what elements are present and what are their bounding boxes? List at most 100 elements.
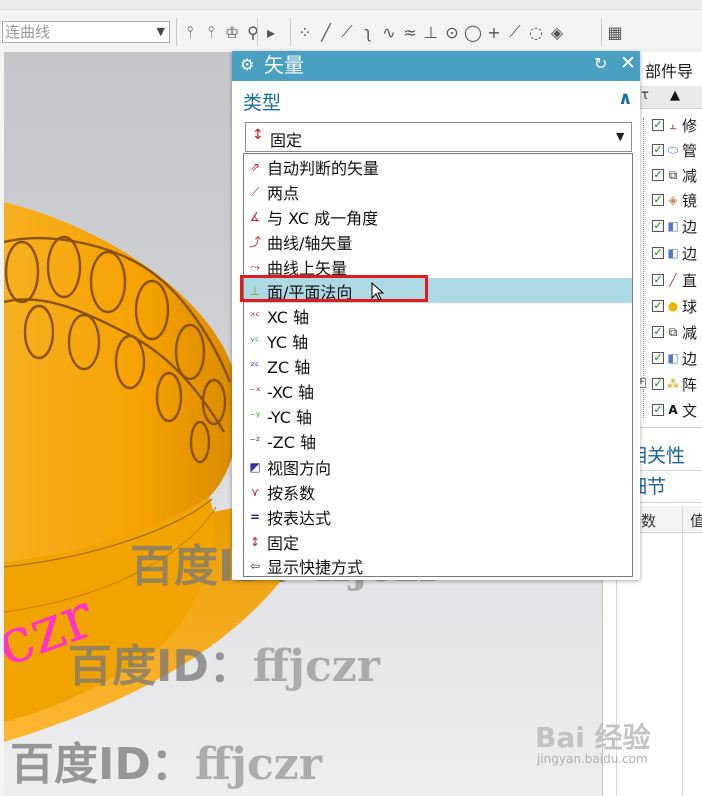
chevron-down-icon[interactable]: ▼ (157, 22, 165, 42)
yc-axis-icon: ʸᶜ (250, 333, 260, 348)
nav-row-label: 边 (682, 244, 698, 263)
nav-feature-row[interactable]: ✓ ◧ 边 (652, 216, 697, 236)
offset-icon[interactable]: ⚲ (244, 23, 262, 42)
option-show-shortcuts[interactable]: ⇦ 显示快捷方式 (244, 553, 632, 578)
checkbox-checked[interactable]: ✓ (652, 169, 664, 181)
edge-icon: ◧ (667, 219, 679, 233)
curve-icon-b[interactable]: ⫯ (202, 22, 220, 42)
spiral-icon[interactable]: ◌ (527, 23, 545, 42)
checkbox-checked[interactable]: ✓ (652, 378, 664, 390)
baidu-jingyan-logo: Bai 经验 (535, 721, 651, 754)
nav-feature-row[interactable]: ✓ A 文 (652, 400, 697, 420)
checkbox-checked[interactable]: ✓ (652, 119, 664, 131)
mouse-cursor-icon (371, 282, 385, 301)
checkbox-checked[interactable]: ✓ (652, 220, 664, 232)
curve-icon-a[interactable]: ⫯ (181, 22, 199, 42)
checkbox-checked[interactable]: ✓ (652, 194, 664, 206)
nav-feature-row[interactable]: ✓ ⫠ 修 (652, 115, 697, 135)
mirror-icon: ◈ (668, 193, 678, 207)
nav-row-label: 直 (682, 271, 698, 290)
curve-axis-icon: ⤴ (248, 234, 261, 249)
type-select[interactable] (245, 122, 632, 152)
checkbox-checked[interactable]: ✓ (652, 300, 664, 312)
nav-feature-row[interactable]: ✓ ⧉ 减 (652, 165, 697, 185)
option-xc-axis[interactable]: ˣᶜ XC 轴 (244, 303, 632, 328)
close-icon[interactable]: ✕ (620, 52, 636, 74)
array-icon: ⁂ (667, 377, 679, 391)
xc-axis-icon: ˣᶜ (250, 308, 260, 323)
nav-row-label: 边 (682, 217, 698, 236)
sphere-icon: ● (667, 299, 679, 313)
slash-icon[interactable]: ⟋ (506, 22, 524, 42)
option-zc-axis[interactable]: ᶻᶜ ZC 轴 (244, 353, 632, 378)
option-fixed[interactable]: ↕ 固定 (244, 529, 632, 554)
option-neg-zc-axis[interactable]: ⁻ᶻ -ZC 轴 (244, 428, 632, 453)
toolbar-icon-group: ⁘ ╱ ⟋ ʅ ∿ ≈ ⊥ ⊙ ◯ + ⟋ ◌ ◈ (296, 20, 566, 44)
nav-feature-row[interactable]: ✓ ╱ 直 (652, 270, 697, 290)
wave-icon[interactable]: ≈ (401, 23, 419, 42)
nav-feature-row[interactable]: ✓ ◈ 镜 (652, 190, 697, 210)
by-coefficients-icon: ⋎ (250, 484, 260, 499)
arrow-right-icon[interactable]: ▸ (262, 23, 280, 42)
nav-feature-row[interactable]: ✓ ● 球 (652, 296, 697, 316)
checkbox-checked[interactable]: ✓ (652, 326, 664, 338)
nav-row-label: 阵 (682, 375, 698, 394)
checkbox-checked[interactable]: ✓ (652, 404, 664, 416)
option-neg-xc-axis[interactable]: ⁻ˣ -XC 轴 (244, 378, 632, 403)
point-set-icon[interactable]: ⁘ (296, 23, 314, 42)
option-by-expression[interactable]: = 按表达式 (244, 504, 632, 529)
perpendicular-icon[interactable]: ⊥ (422, 23, 440, 42)
nav-feature-row[interactable]: ✓ ◧ 边 (652, 348, 697, 368)
line-icon: ╱ (669, 273, 677, 287)
grid-icon[interactable]: ▦ (606, 23, 624, 42)
edge-icon: ◧ (667, 351, 679, 365)
toolbar-icon-group: ▦ (606, 20, 624, 44)
sketch-icon[interactable]: ♔ (223, 23, 241, 42)
toolbar-separator (257, 18, 258, 46)
option-curve-axis[interactable]: ⤴ 曲线/轴矢量 (244, 229, 632, 254)
option-angle-xc[interactable]: ∡ 与 XC 成一角度 (244, 204, 632, 229)
nav-feature-row[interactable]: ✓ ⬭ 管 (652, 140, 697, 160)
layer-icon[interactable]: ◈ (548, 23, 566, 42)
option-two-points[interactable]: ⟋ 两点 (244, 179, 632, 204)
line-diag-icon[interactable]: ⟋ (338, 22, 356, 42)
option-view-direction[interactable]: ◩ 视图方向 (244, 454, 632, 479)
chevron-down-icon[interactable]: ▼ (616, 130, 624, 143)
checkbox-checked[interactable]: ✓ (652, 247, 664, 259)
circle-icon[interactable]: ◯ (464, 23, 482, 42)
nav-feature-row[interactable]: ✓ ⧉ 减 (652, 322, 697, 342)
type-select-value: 固定 (270, 131, 303, 150)
checkbox-checked[interactable]: ✓ (652, 352, 664, 364)
feature-icon: ⫠ (669, 118, 677, 132)
circle-point-icon[interactable]: ⊙ (443, 23, 461, 42)
nav-feature-row[interactable]: ✓ ⁂ 阵 (652, 374, 697, 394)
value-column-header[interactable]: 值 (690, 510, 702, 531)
fixed-icon: ↕ (252, 127, 264, 143)
option-by-coefficients[interactable]: ⋎ 按系数 (244, 479, 632, 504)
arc-icon[interactable]: ʅ (359, 23, 377, 42)
option-neg-yc-axis[interactable]: ⁻ʸ -YC 轴 (244, 403, 632, 428)
reset-icon[interactable]: ↻ (594, 54, 607, 73)
subtract-icon: ⧉ (668, 325, 678, 339)
option-inferred-vector[interactable]: ⇗ 自动判断的矢量 (244, 154, 632, 179)
collapse-chevron-icon[interactable]: ∧ (618, 88, 633, 109)
spline-icon[interactable]: ∿ (380, 23, 398, 42)
nav-row-label: 修 (682, 116, 698, 135)
fixed-icon: ↕ (249, 534, 261, 549)
plus-icon[interactable]: + (485, 23, 503, 42)
toolbar-separator (176, 18, 177, 46)
curve-rule-select[interactable]: 连曲线 ▼ (2, 21, 170, 43)
checkbox-checked[interactable]: ✓ (652, 144, 664, 156)
watermark: 百度ID：ffjczr (10, 739, 322, 790)
edge-icon: ◧ (667, 246, 679, 260)
watermark: 百度ID：ffjczr (68, 641, 380, 692)
gear-icon[interactable]: ⚙ (240, 55, 254, 74)
zc-axis-icon: ᶻᶜ (250, 358, 260, 373)
line-icon[interactable]: ╱ (317, 23, 335, 42)
nav-row-label: 镜 (682, 191, 698, 210)
sort-up-icon[interactable]: ▲ (670, 88, 680, 103)
neg-xc-axis-icon: ⁻ˣ (249, 383, 261, 398)
checkbox-checked[interactable]: ✓ (652, 274, 664, 286)
option-yc-axis[interactable]: ʸᶜ YC 轴 (244, 328, 632, 353)
nav-feature-row[interactable]: ✓ ◧ 边 (652, 243, 697, 263)
